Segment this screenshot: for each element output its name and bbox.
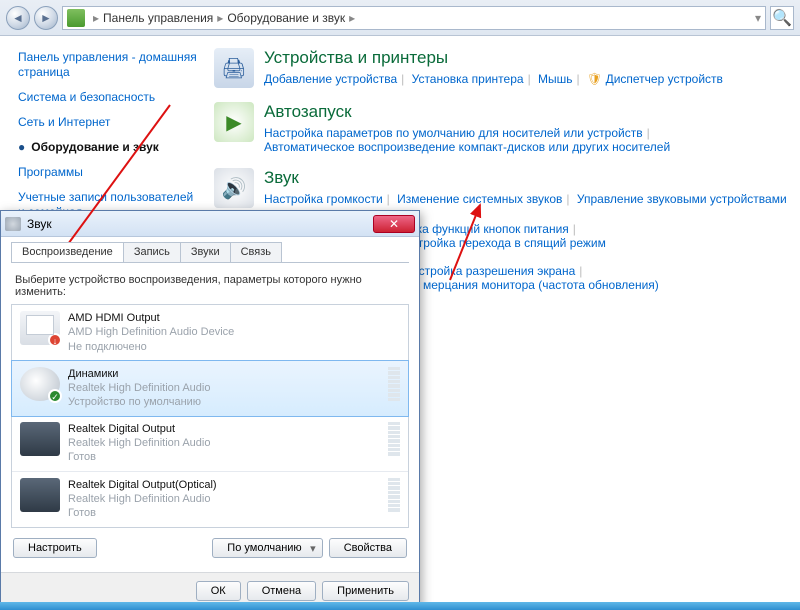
sound-icon xyxy=(5,217,21,231)
category-links: Добавление устройства| Установка принтер… xyxy=(264,72,723,86)
close-button[interactable]: ✕ xyxy=(373,215,415,233)
device-status: Устройство по умолчанию xyxy=(68,395,388,409)
chevron-right-icon: ▸ xyxy=(89,11,103,25)
link-resolution[interactable]: Настройка разрешения экрана xyxy=(403,264,575,278)
receiver-icon xyxy=(20,422,60,456)
category-title[interactable]: Звук xyxy=(264,168,787,188)
sidebar-item-programs[interactable]: Программы xyxy=(18,165,200,180)
tab-recording[interactable]: Запись xyxy=(123,242,181,262)
device-name: AMD HDMI Output xyxy=(68,311,400,325)
breadcrumb[interactable]: ▸ Панель управления ▸ Оборудование и зву… xyxy=(62,6,766,30)
chevron-down-icon[interactable]: ▾ xyxy=(755,11,761,25)
control-panel-icon xyxy=(67,9,85,27)
link-default-media[interactable]: Настройка параметров по умолчанию для но… xyxy=(264,126,643,140)
device-status: Готов xyxy=(68,450,388,464)
device-status: Готов xyxy=(68,506,388,520)
breadcrumb-root[interactable]: Панель управления xyxy=(103,11,213,25)
disconnected-badge-icon xyxy=(48,333,62,347)
sound-icon: 🔊 xyxy=(214,168,254,208)
device-status: Не подключено xyxy=(68,340,400,354)
link-sleep[interactable]: Настройка перехода в спящий режим xyxy=(396,236,605,250)
chevron-right-icon: ▸ xyxy=(345,11,359,25)
cancel-button[interactable]: Отмена xyxy=(247,581,316,601)
taskbar xyxy=(0,602,800,610)
chevron-right-icon: ▸ xyxy=(213,11,227,25)
sidebar-home[interactable]: Панель управления - домашняя страница xyxy=(18,50,200,80)
sidebar-item-network[interactable]: Сеть и Интернет xyxy=(18,115,200,130)
category-title[interactable]: Устройства и принтеры xyxy=(264,48,723,68)
link-system-sounds[interactable]: Изменение системных звуков xyxy=(397,192,562,206)
receiver-icon xyxy=(20,478,60,512)
speaker-icon xyxy=(20,367,60,401)
nav-back-button[interactable] xyxy=(6,6,30,30)
category-title[interactable]: Автозапуск xyxy=(264,102,670,122)
sound-dialog: Звук ✕ Воспроизведение Запись Звуки Связ… xyxy=(0,210,420,610)
default-button[interactable]: По умолчанию xyxy=(212,538,322,558)
device-row[interactable]: Realtek Digital Output Realtek High Defi… xyxy=(12,416,408,472)
device-row[interactable]: AMD HDMI Output AMD High Definition Audi… xyxy=(12,305,408,361)
device-name: Realtek Digital Output xyxy=(68,422,388,436)
category-autoplay: ▶ Автозапуск Настройка параметров по умо… xyxy=(214,102,790,154)
tab-sounds[interactable]: Звуки xyxy=(180,242,231,262)
monitor-icon xyxy=(20,311,60,345)
device-desc: Realtek High Definition Audio xyxy=(68,492,388,506)
link-auto-cd[interactable]: Автоматическое воспроизведение компакт-д… xyxy=(264,140,670,154)
sidebar-item-hardware[interactable]: Оборудование и звук xyxy=(18,140,200,155)
sidebar-item-system[interactable]: Система и безопасность xyxy=(18,90,200,105)
device-desc: Realtek High Definition Audio xyxy=(68,381,388,395)
devices-icon: 🖨 xyxy=(214,48,254,88)
level-meter-icon xyxy=(388,422,400,456)
device-name: Realtek Digital Output(Optical) xyxy=(68,478,388,492)
device-row[interactable]: Realtek Digital Output(Optical) Realtek … xyxy=(12,472,408,527)
default-badge-icon xyxy=(48,389,62,403)
shield-icon: 🛡 xyxy=(587,72,602,86)
device-desc: AMD High Definition Audio Device xyxy=(68,325,400,339)
device-row[interactable]: Динамики Realtek High Definition Audio У… xyxy=(11,360,409,417)
dialog-tabs: Воспроизведение Запись Звуки Связь xyxy=(11,242,409,263)
device-name: Динамики xyxy=(68,367,388,381)
link-add-device[interactable]: Добавление устройства xyxy=(264,72,397,86)
level-meter-icon xyxy=(388,478,400,512)
tab-comm[interactable]: Связь xyxy=(230,242,282,262)
category-sound: 🔊 Звук Настройка громкости| Изменение си… xyxy=(214,168,790,208)
ok-button[interactable]: ОК xyxy=(196,581,241,601)
search-icon[interactable]: 🔍 xyxy=(770,6,794,30)
dialog-title: Звук xyxy=(27,217,52,231)
properties-button[interactable]: Свойства xyxy=(329,538,407,558)
dialog-titlebar[interactable]: Звук ✕ xyxy=(1,211,419,237)
level-meter-icon xyxy=(388,367,400,401)
category-devices: 🖨 Устройства и принтеры Добавление устро… xyxy=(214,48,790,88)
address-bar: ▸ Панель управления ▸ Оборудование и зву… xyxy=(0,0,800,36)
link-mouse[interactable]: Мышь xyxy=(538,72,573,86)
autoplay-icon: ▶ xyxy=(214,102,254,142)
breadcrumb-section[interactable]: Оборудование и звук xyxy=(227,11,345,25)
link-device-manager[interactable]: Диспетчер устройств xyxy=(606,72,723,86)
link-manage-audio[interactable]: Управление звуковыми устройствами xyxy=(577,192,787,206)
tab-playback[interactable]: Воспроизведение xyxy=(11,242,124,262)
device-list: AMD HDMI Output AMD High Definition Audi… xyxy=(11,304,409,528)
nav-forward-button[interactable] xyxy=(34,6,58,30)
configure-button[interactable]: Настроить xyxy=(13,538,97,558)
link-volume[interactable]: Настройка громкости xyxy=(264,192,383,206)
dialog-instruction: Выберите устройство воспроизведения, пар… xyxy=(11,264,409,304)
device-desc: Realtek High Definition Audio xyxy=(68,436,388,450)
link-install-printer[interactable]: Установка принтера xyxy=(412,72,524,86)
apply-button[interactable]: Применить xyxy=(322,581,409,601)
